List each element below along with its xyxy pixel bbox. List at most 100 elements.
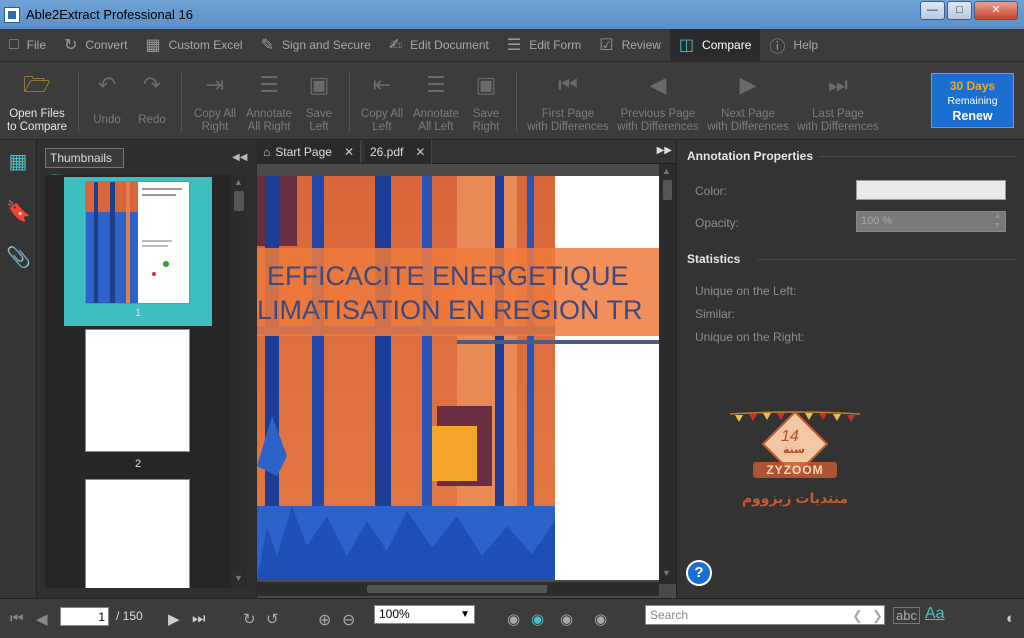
menu-custom-excel[interactable]: ▦ Custom Excel <box>136 29 251 62</box>
document-heading-line-1: EFFICACITE ENERGETIQUE <box>267 261 629 291</box>
whole-word-toggle[interactable]: abc <box>893 607 920 624</box>
search-previous-icon[interactable]: ❮ <box>852 607 863 625</box>
document-page: EFFICACITE ENERGETIQUE LIMATISATION EN R… <box>257 176 659 580</box>
collapse-panel-icon[interactable]: ◀◀ <box>232 152 247 163</box>
divider <box>757 259 1017 260</box>
bookmark-icon[interactable]: 🔖 <box>6 200 31 224</box>
document-vertical-scrollbar[interactable]: ▲ ▼ <box>659 164 676 584</box>
attachment-icon[interactable]: 📎 <box>6 246 31 270</box>
sync-view-icon[interactable]: ◉ <box>594 610 607 628</box>
annotate-icon: ☰ <box>259 72 279 97</box>
color-picker[interactable] <box>856 180 1006 200</box>
page-number-input[interactable] <box>60 607 109 626</box>
menu-help[interactable]: ⓘ Help <box>760 29 827 62</box>
menu-edit-form[interactable]: ☰ Edit Form <box>498 29 590 62</box>
save-right-button[interactable]: ▣ Save Right <box>464 72 508 134</box>
spinner-icon[interactable]: ▲ ▼ <box>994 212 1001 230</box>
scroll-down-icon[interactable]: ▼ <box>662 568 671 578</box>
search-field[interactable]: Search ❮ ❯ <box>645 605 885 625</box>
menu-sign-and-secure[interactable]: ✎ Sign and Secure <box>252 29 380 62</box>
last-page-icon: ⏭ <box>828 72 848 97</box>
first-page-differences-button[interactable]: ⏮ First Page with Differences <box>524 72 612 134</box>
renew-button[interactable]: 30 Days Remaining Renew <box>931 73 1014 128</box>
rotate-left-icon[interactable]: ↺ <box>266 610 279 628</box>
thumbnail-page-2[interactable] <box>85 329 190 452</box>
thumbnail-page-3[interactable] <box>85 479 190 588</box>
toolbar-separator <box>349 72 350 132</box>
annotate-all-left-button[interactable]: ☰ Annotate All Left <box>411 72 461 134</box>
last-page-icon[interactable]: ⏭ <box>192 610 206 627</box>
close-tab-icon[interactable]: ✕ <box>344 145 354 159</box>
scroll-down-icon[interactable]: ▼ <box>234 573 243 583</box>
previous-page-differences-button[interactable]: ◀ Previous Page with Differences <box>614 72 702 134</box>
next-page-differences-button[interactable]: ▶ Next Page with Differences <box>704 72 792 134</box>
scrollbar-thumb[interactable] <box>367 585 547 593</box>
view-mode-icon[interactable]: ◉ <box>507 610 520 628</box>
folder-icon: 🗁 <box>23 72 51 97</box>
menu-compare[interactable]: ◫ Compare <box>669 28 761 62</box>
search-next-icon[interactable]: ❯ <box>872 607 883 625</box>
tab-26-pdf[interactable]: 26.pdf ✕ <box>364 140 433 164</box>
first-page-icon[interactable]: ⏮ <box>10 610 24 627</box>
minimize-button[interactable]: — <box>920 1 945 20</box>
copy-all-left-button[interactable]: ⇤ Copy All Left <box>357 72 407 134</box>
thumbnails-panel: Thumbnails ≡▾ ◀◀ 1 2 ▲ <box>37 140 255 598</box>
renew-remaining: Remaining <box>947 95 998 107</box>
zoom-select[interactable]: 100% ▼ <box>374 605 475 624</box>
compare-view-icon[interactable]: ◉ <box>531 610 544 628</box>
opacity-field[interactable]: 100 % ▲ ▼ <box>856 211 1006 232</box>
document-view[interactable]: EFFICACITE ENERGETIQUE LIMATISATION EN R… <box>257 164 676 598</box>
edit-icon: ✍ <box>388 37 403 54</box>
redo-button[interactable]: ↷ Redo <box>132 72 172 126</box>
menu-file[interactable]: □ File <box>0 29 55 62</box>
toolbar-separator <box>78 72 79 132</box>
thumbnails-view-icon[interactable]: ▦ <box>6 150 30 174</box>
previous-page-icon[interactable]: ◀ <box>36 610 48 628</box>
menu-label: Sign and Secure <box>282 38 371 52</box>
undo-button[interactable]: ↶ Undo <box>88 72 126 126</box>
single-view-icon[interactable]: ◉ <box>560 610 573 628</box>
zoom-in-icon[interactable]: ⊕ <box>318 610 331 630</box>
file-icon: □ <box>9 36 19 53</box>
scrollbar-thumb[interactable] <box>234 191 244 211</box>
help-button[interactable]: ? <box>686 560 712 586</box>
menu-review[interactable]: ☑ Review <box>590 29 670 62</box>
renew-days: 30 Days <box>949 79 996 93</box>
thumbnails-scrollbar[interactable]: ▲ ▼ <box>231 175 247 588</box>
menu-edit-document[interactable]: ✍ Edit Document <box>380 29 498 62</box>
close-tab-icon[interactable]: ✕ <box>415 145 425 159</box>
title-bar: Able2Extract Professional 16 — □ ✕ <box>0 0 1024 29</box>
menu-label: Custom Excel <box>168 38 243 52</box>
first-page-icon: ⏮ <box>558 72 578 97</box>
thumbnail-page-1[interactable] <box>85 181 190 304</box>
scroll-up-icon[interactable]: ▲ <box>234 177 243 187</box>
next-page-icon: ▶ <box>739 72 757 97</box>
button-label: Undo <box>93 114 121 126</box>
open-files-button[interactable]: 🗁 Open Files to Compare <box>6 72 68 134</box>
maximize-button[interactable]: □ <box>947 1 972 20</box>
statistics-title: Statistics <box>687 252 741 266</box>
button-label: with Differences <box>797 121 879 133</box>
save-left-button[interactable]: ▣ Save Left <box>297 72 341 134</box>
close-button[interactable]: ✕ <box>974 1 1018 20</box>
forum-watermark: 14 سنة ZYZOOM منتديات زيزووم <box>725 410 865 520</box>
menu-label: Edit Form <box>529 38 582 52</box>
annotate-all-right-button[interactable]: ☰ Annotate All Right <box>244 72 294 134</box>
scroll-up-icon[interactable]: ▲ <box>662 166 671 176</box>
zoom-out-icon[interactable]: ⊖ <box>342 610 355 630</box>
copy-all-right-button[interactable]: ⇥ Copy All Right <box>190 72 240 134</box>
search-placeholder: Search <box>650 608 689 622</box>
menu-convert[interactable]: ↻ Convert <box>55 29 136 62</box>
expand-panel-icon[interactable]: ▶▶ <box>657 145 672 156</box>
next-page-icon[interactable]: ▶ <box>168 610 180 628</box>
document-horizontal-scrollbar[interactable] <box>257 582 659 596</box>
theme-toggle-icon[interactable]: ◐ <box>1006 610 1015 627</box>
annotate-icon: ☰ <box>426 72 446 97</box>
tab-start-page[interactable]: ⌂ Start Page ✕ <box>257 140 362 164</box>
rotate-right-icon[interactable]: ↻ <box>243 610 256 628</box>
last-page-differences-button[interactable]: ⏭ Last Page with Differences <box>794 72 882 134</box>
thumbnail-list: 1 2 <box>45 175 231 588</box>
scrollbar-thumb[interactable] <box>663 180 672 200</box>
thumbnails-dropdown[interactable]: Thumbnails ≡▾ <box>45 148 124 183</box>
match-case-toggle[interactable]: Aa <box>925 605 945 623</box>
